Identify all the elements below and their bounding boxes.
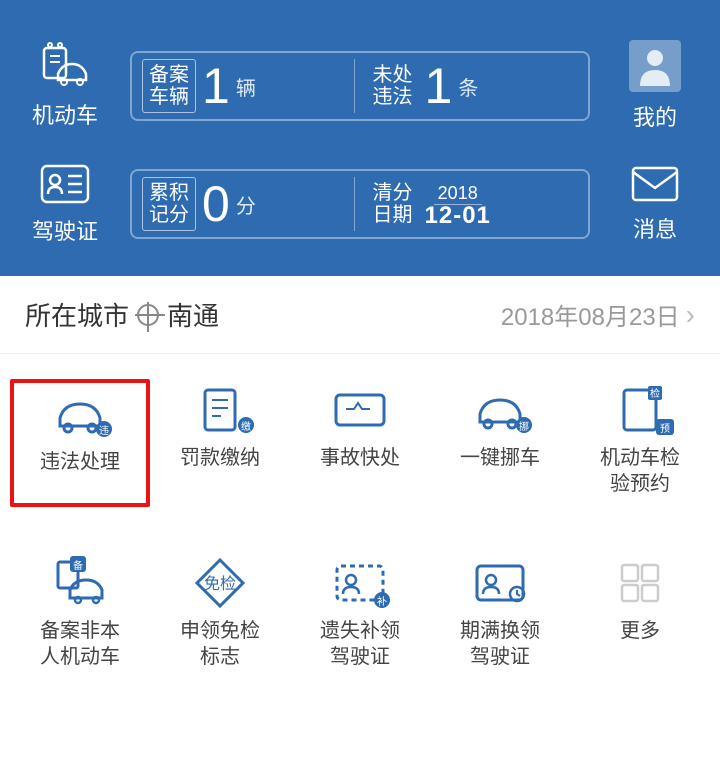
- vehicle-info-card[interactable]: 备案 车辆 1 辆 未处 违法 1 条: [130, 51, 590, 121]
- renew-license-button[interactable]: 期满换领 驾驶证: [430, 552, 570, 680]
- register-car-icon: 备: [50, 558, 110, 608]
- grid-label: 申领免检 标志: [180, 618, 260, 670]
- points-segment: 累积 记分 0 分: [142, 177, 354, 231]
- grid-label: 期满换领 驾驶证: [460, 618, 540, 670]
- grid-label: 罚款缴纳: [180, 445, 260, 471]
- points-unit: 分: [236, 190, 256, 219]
- messages-label: 消息: [633, 212, 677, 244]
- badge-icon: 缴: [238, 417, 254, 433]
- accident-icon: [330, 385, 390, 435]
- car-violation-icon: 违: [50, 389, 110, 439]
- grid-label: 遗失补领 驾驶证: [320, 618, 400, 670]
- grid-label: 备案非本 人机动车: [40, 618, 120, 670]
- header-row-2: 驾驶证 累积 记分 0 分 清分 日期 2018 12-01 消息: [25, 162, 695, 246]
- accident-quick-button[interactable]: 事故快处: [290, 379, 430, 507]
- exemption-mark-button[interactable]: 免检 申领免检 标志: [150, 552, 290, 680]
- license-info-button[interactable]: 驾驶证: [25, 162, 105, 246]
- receipt-icon: 缴: [190, 385, 250, 435]
- header-row-1: 机动车 备案 车辆 1 辆 未处 违法 1 条 我的: [25, 40, 695, 132]
- vehicle-info-button[interactable]: 机动车: [25, 42, 105, 130]
- registered-vehicle-segment: 备案 车辆 1 辆: [142, 59, 354, 113]
- lost-license-icon: 补: [330, 558, 390, 608]
- city-name: 南通: [167, 296, 219, 333]
- inspection-appointment-button[interactable]: 检 预 机动车检 验预约: [570, 379, 710, 507]
- messages-button[interactable]: 消息: [615, 164, 695, 244]
- move-car-icon: 挪: [470, 385, 530, 435]
- grid-label: 事故快处: [320, 445, 400, 471]
- city-date: 2018年08月23日: [501, 297, 680, 332]
- fine-payment-button[interactable]: 缴 罚款缴纳: [150, 379, 290, 507]
- avatar-icon: [629, 40, 681, 92]
- license-label: 驾驶证: [32, 214, 98, 246]
- header: 机动车 备案 车辆 1 辆 未处 违法 1 条 我的: [0, 0, 720, 276]
- badge-icon: 备: [70, 556, 86, 572]
- reset-date: 2018 12-01: [425, 182, 491, 227]
- svg-text:检: 检: [650, 387, 660, 400]
- badge-icon: 预: [656, 419, 674, 435]
- unprocessed-violation-segment: 未处 违法 1 条: [354, 59, 579, 113]
- violation-processing-button[interactable]: 违 违法处理: [10, 379, 150, 507]
- city-label: 所在城市: [25, 296, 129, 333]
- license-icon: [38, 162, 92, 206]
- reset-date-segment: 清分 日期 2018 12-01: [354, 177, 579, 231]
- badge-icon: 补: [374, 592, 390, 608]
- violation-label: 未处 违法: [367, 60, 419, 112]
- grid-label: 违法处理: [40, 449, 120, 475]
- badge-icon: 违: [96, 421, 112, 437]
- inspection-icon: 检 预: [610, 385, 670, 435]
- renew-license-icon: [470, 558, 530, 608]
- more-button[interactable]: 更多: [570, 552, 710, 680]
- more-icon: [610, 558, 670, 608]
- vehicle-label: 机动车: [32, 98, 98, 130]
- violation-unit: 条: [458, 72, 478, 101]
- chevron-right-icon: ›: [686, 299, 695, 331]
- city-bar[interactable]: 所在城市 南通 2018年08月23日 ›: [0, 276, 720, 354]
- reset-md: 12-01: [425, 205, 491, 227]
- license-info-card[interactable]: 累积 记分 0 分 清分 日期 2018 12-01: [130, 169, 590, 239]
- grid-label: 一键挪车: [460, 445, 540, 471]
- badge-icon: 挪: [516, 417, 532, 433]
- points-label: 累积 记分: [142, 177, 196, 231]
- svg-text:免检: 免检: [204, 575, 236, 593]
- exempt-icon: 免检: [190, 558, 250, 608]
- registered-unit: 辆: [236, 72, 256, 101]
- violation-value: 1: [425, 61, 453, 111]
- grid-label: 机动车检 验预约: [600, 445, 680, 497]
- profile-label: 我的: [633, 100, 677, 132]
- service-grid: 违 违法处理 缴 罚款缴纳 事故快处 挪 一键挪车 检 预 机动车检 验预约: [0, 354, 720, 700]
- reset-label: 清分 日期: [367, 178, 419, 230]
- register-other-car-button[interactable]: 备 备案非本 人机动车: [10, 552, 150, 680]
- move-car-button[interactable]: 挪 一键挪车: [430, 379, 570, 507]
- registered-label: 备案 车辆: [142, 59, 196, 113]
- car-document-icon: [38, 42, 92, 90]
- profile-button[interactable]: 我的: [615, 40, 695, 132]
- lost-license-button[interactable]: 补 遗失补领 驾驶证: [290, 552, 430, 680]
- grid-label: 更多: [620, 618, 660, 644]
- registered-value: 1: [202, 61, 230, 111]
- location-target-icon: [137, 304, 159, 326]
- envelope-icon: [629, 164, 681, 204]
- points-value: 0: [202, 179, 230, 229]
